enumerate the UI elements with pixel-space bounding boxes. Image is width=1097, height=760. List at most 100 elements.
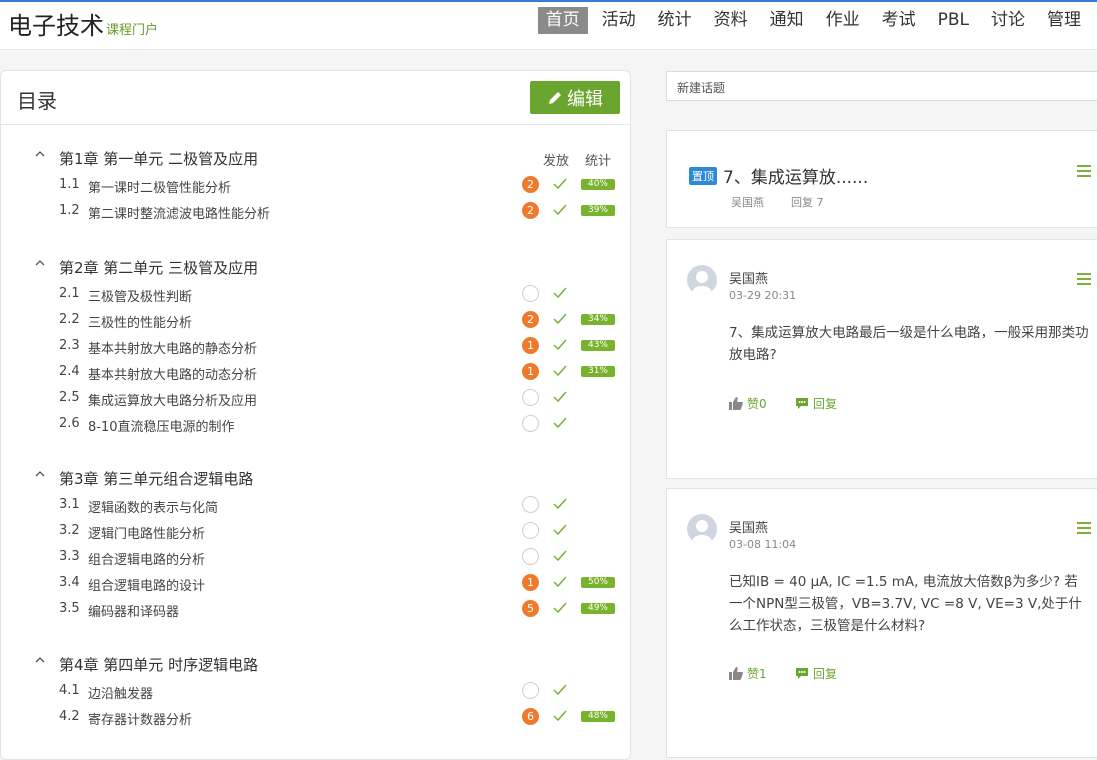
post-time: 03-08 11:04 bbox=[729, 538, 797, 551]
task-count-badge[interactable]: 1 bbox=[522, 337, 539, 354]
nav-item-3[interactable]: 资料 bbox=[706, 7, 756, 34]
menu-icon[interactable] bbox=[1077, 522, 1091, 537]
section-row[interactable]: 3.1 逻辑函数的表示与化简 bbox=[1, 491, 632, 517]
section-row[interactable]: 2.5 集成运算放大电路分析及应用 bbox=[1, 384, 632, 410]
post-time: 03-29 20:31 bbox=[729, 289, 797, 302]
section-title[interactable]: 组合逻辑电路的分析 bbox=[88, 549, 205, 568]
section-title[interactable]: 第一课时二极管性能分析 bbox=[88, 177, 231, 196]
reply-button[interactable]: 回复 bbox=[795, 395, 837, 412]
section-row[interactable]: 3.3 组合逻辑电路的分析 bbox=[1, 543, 632, 569]
task-count-badge[interactable]: 5 bbox=[522, 600, 539, 617]
section-row[interactable]: 3.4 组合逻辑电路的设计 1 50% bbox=[1, 569, 632, 595]
caret-up-icon[interactable] bbox=[35, 258, 45, 268]
section-row[interactable]: 2.6 8-10直流稳压电源的制作 bbox=[1, 410, 632, 436]
chapter-title: 第3章 第三单元组合逻辑电路 bbox=[59, 470, 254, 488]
section-title[interactable]: 第二课时整流滤波电路性能分析 bbox=[88, 203, 270, 222]
check-icon bbox=[553, 684, 567, 696]
caret-up-icon[interactable] bbox=[35, 655, 45, 665]
nav-item-5[interactable]: 作业 bbox=[818, 7, 868, 34]
section-row[interactable]: 1.1 第一课时二极管性能分析 2 40% bbox=[1, 171, 632, 197]
task-count-badge[interactable]: 2 bbox=[522, 311, 539, 328]
section-title[interactable]: 三极性的性能分析 bbox=[88, 312, 192, 331]
section-title[interactable]: 逻辑函数的表示与化简 bbox=[88, 497, 218, 516]
section-row[interactable]: 3.5 编码器和译码器 5 49% bbox=[1, 595, 632, 621]
edit-button[interactable]: 编辑 bbox=[530, 81, 620, 114]
nav-item-4[interactable]: 通知 bbox=[762, 7, 812, 34]
task-count-badge[interactable]: 1 bbox=[522, 363, 539, 380]
section-title[interactable]: 逻辑门电路性能分析 bbox=[88, 523, 205, 542]
section-number: 4.1 bbox=[59, 683, 80, 698]
caret-up-icon[interactable] bbox=[35, 469, 45, 479]
chapter-header[interactable]: 第4章 第四单元 时序逻辑电路 bbox=[1, 651, 632, 677]
progress-pill: 40% bbox=[581, 179, 615, 190]
section-row[interactable]: 1.2 第二课时整流滤波电路性能分析 2 39% bbox=[1, 197, 632, 223]
task-count-badge[interactable]: 6 bbox=[522, 708, 539, 725]
menu-icon[interactable] bbox=[1077, 165, 1091, 180]
section-number: 3.3 bbox=[59, 549, 80, 564]
section-title[interactable]: 组合逻辑电路的设计 bbox=[88, 575, 205, 594]
like-button[interactable]: 赞0 bbox=[729, 395, 767, 412]
nav-item-9[interactable]: 管理 bbox=[1039, 7, 1089, 34]
section-row[interactable]: 2.4 基本共射放大电路的动态分析 1 31% bbox=[1, 358, 632, 384]
empty-circle-icon[interactable] bbox=[522, 548, 539, 565]
empty-circle-icon[interactable] bbox=[522, 522, 539, 539]
course-title: 电子技术 bbox=[8, 12, 104, 40]
empty-circle-icon[interactable] bbox=[522, 285, 539, 302]
progress-pill: 48% bbox=[581, 711, 615, 722]
reply-label: 回复 bbox=[813, 397, 838, 411]
post-card: 吴国燕 03-29 20:31 7、集成运算放大电路最后一级是什么电路，一般采用… bbox=[666, 239, 1097, 479]
comment-icon bbox=[796, 398, 808, 409]
nav-item-1[interactable]: 活动 bbox=[594, 7, 644, 34]
chapter-3: 第3章 第三单元组合逻辑电路 3.1 逻辑函数的表示与化简 3.2 逻辑门电路性能分析 3… bbox=[1, 465, 632, 621]
section-number: 3.5 bbox=[59, 601, 80, 616]
section-row[interactable]: 4.2 寄存器计数器分析 6 48% bbox=[1, 703, 632, 729]
task-count-badge[interactable]: 2 bbox=[522, 202, 539, 219]
nav-item-0[interactable]: 首页 bbox=[537, 7, 588, 34]
nav-item-2[interactable]: 统计 bbox=[650, 7, 700, 34]
empty-circle-icon[interactable] bbox=[522, 415, 539, 432]
check-icon bbox=[553, 417, 567, 429]
section-number: 3.1 bbox=[59, 497, 80, 512]
section-row[interactable]: 3.2 逻辑门电路性能分析 bbox=[1, 517, 632, 543]
check-icon bbox=[553, 602, 567, 614]
section-number: 4.2 bbox=[59, 709, 80, 724]
check-icon bbox=[553, 178, 567, 190]
section-title[interactable]: 边沿触发器 bbox=[88, 683, 153, 702]
section-row[interactable]: 2.1 三极管及极性判断 bbox=[1, 280, 632, 306]
new-topic-placeholder: 新建话题 bbox=[677, 81, 726, 95]
section-number: 1.2 bbox=[59, 203, 80, 218]
check-icon bbox=[553, 204, 567, 216]
new-topic-input[interactable]: 新建话题 bbox=[666, 71, 1097, 101]
section-number: 1.1 bbox=[59, 177, 80, 192]
chapter-header[interactable]: 第2章 第二单元 三极管及应用 bbox=[1, 254, 632, 280]
post-card: 吴国燕 03-08 11:04 已知IB = 40 μA, IC =1.5 mA… bbox=[666, 488, 1097, 758]
empty-circle-icon[interactable] bbox=[522, 682, 539, 699]
section-title[interactable]: 基本共射放大电路的静态分析 bbox=[88, 338, 257, 357]
section-title[interactable]: 三极管及极性判断 bbox=[88, 286, 192, 305]
task-count-badge[interactable]: 2 bbox=[522, 176, 539, 193]
empty-circle-icon[interactable] bbox=[522, 496, 539, 513]
nav-item-8[interactable]: 讨论 bbox=[983, 7, 1033, 34]
nav-item-7[interactable]: PBL bbox=[930, 7, 977, 34]
chapter-header[interactable]: 第1章 第一单元 二极管及应用 发放 统计 bbox=[1, 145, 632, 171]
pinned-topic-title[interactable]: 7、集成运算放...... bbox=[723, 163, 868, 188]
pinned-topic-card[interactable]: 置顶 7、集成运算放...... 吴国燕 回复 7 bbox=[666, 130, 1097, 228]
chapter-header[interactable]: 第3章 第三单元组合逻辑电路 bbox=[1, 465, 632, 491]
reply-button[interactable]: 回复 bbox=[795, 665, 837, 682]
menu-icon[interactable] bbox=[1077, 273, 1091, 288]
col-stats-label: 统计 bbox=[585, 154, 612, 169]
nav-item-6[interactable]: 考试 bbox=[874, 7, 924, 34]
section-title[interactable]: 集成运算放大电路分析及应用 bbox=[88, 390, 257, 409]
section-title[interactable]: 编码器和译码器 bbox=[88, 601, 179, 620]
task-count-badge[interactable]: 1 bbox=[522, 574, 539, 591]
like-button[interactable]: 赞1 bbox=[729, 665, 767, 682]
empty-circle-icon[interactable] bbox=[522, 389, 539, 406]
section-row[interactable]: 2.3 基本共射放大电路的静态分析 1 43% bbox=[1, 332, 632, 358]
section-title[interactable]: 寄存器计数器分析 bbox=[88, 709, 192, 728]
caret-up-icon[interactable] bbox=[35, 149, 45, 159]
course-brand[interactable]: 电子技术 课程门户 bbox=[8, 6, 158, 41]
section-title[interactable]: 8-10直流稳压电源的制作 bbox=[88, 416, 235, 435]
section-row[interactable]: 2.2 三极性的性能分析 2 34% bbox=[1, 306, 632, 332]
section-row[interactable]: 4.1 边沿触发器 bbox=[1, 677, 632, 703]
section-title[interactable]: 基本共射放大电路的动态分析 bbox=[88, 364, 257, 383]
